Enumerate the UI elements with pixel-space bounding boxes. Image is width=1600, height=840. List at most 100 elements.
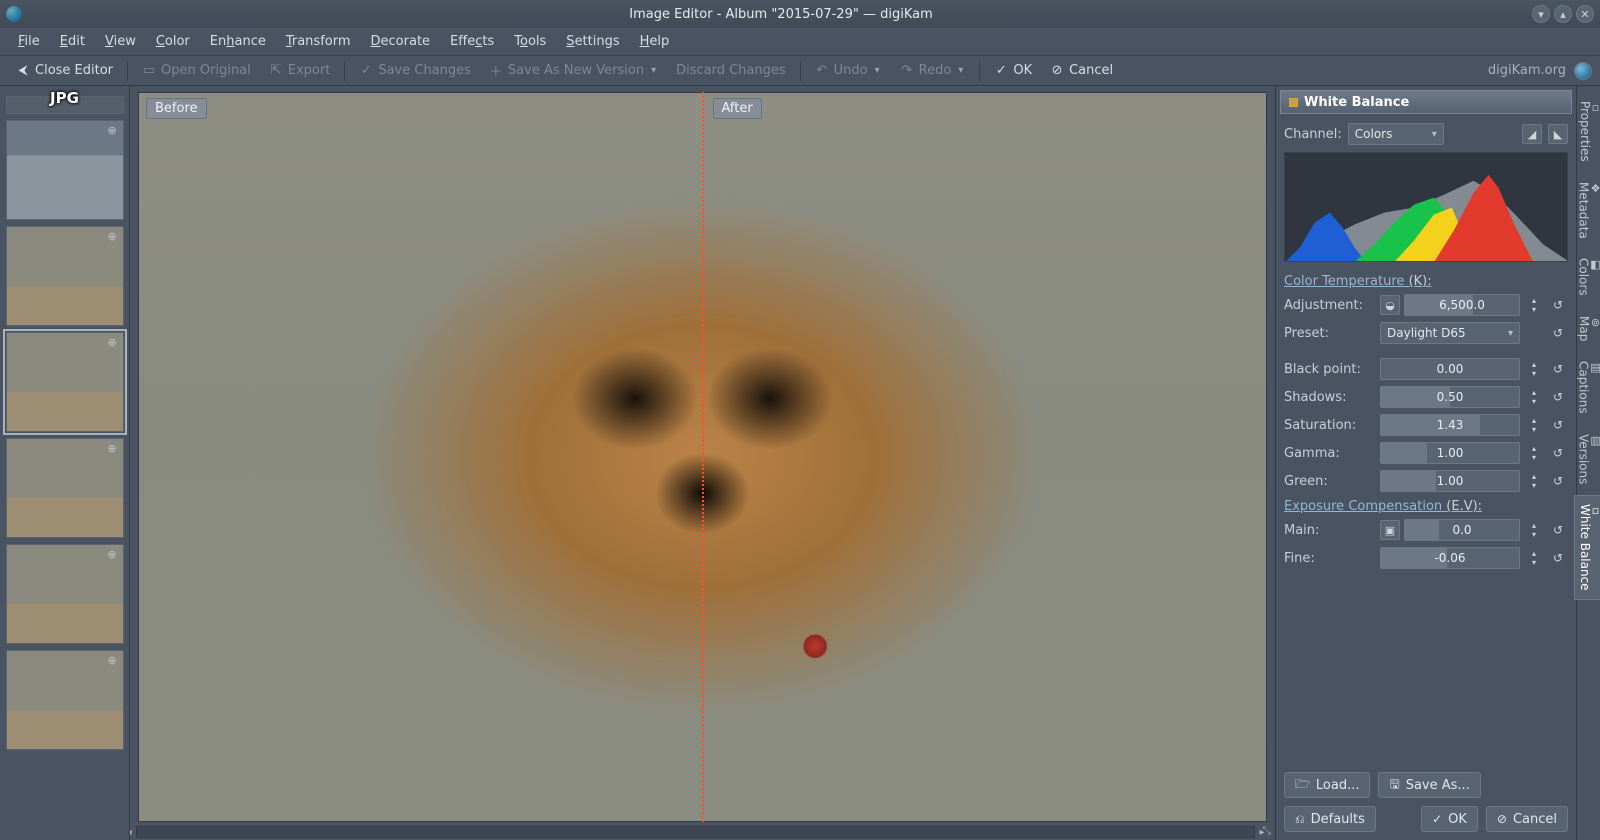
fine-stepper[interactable]: ▴▾ <box>1526 547 1542 569</box>
chevron-down-icon: ▾ <box>1432 129 1437 140</box>
thumbnail[interactable]: ⊕JPG <box>6 650 124 750</box>
gamma-label: Gamma: <box>1284 446 1374 461</box>
separator <box>979 61 980 81</box>
reset-icon[interactable]: ↺ <box>1550 417 1566 433</box>
gamma-stepper[interactable]: ▴▾ <box>1526 442 1542 464</box>
exposure-compensation-heading: Exposure Compensation (E.V): <box>1276 495 1576 516</box>
menubar: File Edit View Color Enhance Transform D… <box>0 28 1600 56</box>
globe-icon: ⊕ <box>108 230 120 242</box>
before-after-divider[interactable] <box>702 92 704 822</box>
black-point-stepper[interactable]: ▴▾ <box>1526 358 1542 380</box>
reset-icon[interactable]: ↺ <box>1550 522 1566 538</box>
shadows-input[interactable]: 0.50 <box>1380 386 1520 408</box>
black-point-input[interactable]: 0.00 <box>1380 358 1520 380</box>
green-label: Green: <box>1284 474 1374 489</box>
globe-icon: ⊕ <box>108 124 120 136</box>
scroll-left-icon[interactable]: ◂ <box>130 827 135 837</box>
menu-color[interactable]: Color <box>148 31 198 52</box>
brand-link[interactable]: digiKam.org <box>1488 63 1566 78</box>
thumbnail[interactable]: ⊕JPG <box>6 544 124 644</box>
saturation-input[interactable]: 1.43 <box>1380 414 1520 436</box>
scale-linear-button[interactable]: ◢ <box>1522 124 1542 144</box>
undo-button: ↶Undo▾ <box>807 60 890 81</box>
menu-enhance[interactable]: Enhance <box>202 31 274 52</box>
menu-view[interactable]: View <box>97 31 144 52</box>
horizontal-scrollbar[interactable]: ◂ ▸ <box>136 826 1255 838</box>
menu-file[interactable]: File <box>10 31 48 52</box>
reset-icon[interactable]: ↺ <box>1550 473 1566 489</box>
window-maximize-button[interactable]: ▴ <box>1554 5 1572 23</box>
channel-select[interactable]: Colors▾ <box>1348 123 1444 145</box>
fine-input[interactable]: -0.06 <box>1380 547 1520 569</box>
tab-captions[interactable]: ▤Captions <box>1572 352 1600 423</box>
reset-icon[interactable]: ↺ <box>1550 361 1566 377</box>
menu-edit[interactable]: Edit <box>52 31 93 52</box>
window-close-button[interactable]: ✕ <box>1576 5 1594 23</box>
adjustment-stepper[interactable]: ▴▾ <box>1526 294 1542 316</box>
save-as-button[interactable]: 🖫Save As... <box>1378 772 1480 798</box>
tab-properties[interactable]: ▫Properties <box>1574 92 1600 171</box>
green-stepper[interactable]: ▴▾ <box>1526 470 1542 492</box>
thumbnail[interactable]: ⊕JPG <box>6 438 124 538</box>
undo-icon: ↶ <box>815 64 829 78</box>
globe-icon: ⊕ <box>108 548 120 560</box>
menu-decorate[interactable]: Decorate <box>363 31 439 52</box>
ok-button[interactable]: ✓OK <box>986 60 1040 81</box>
black-point-label: Black point: <box>1284 362 1374 377</box>
check-icon: ✓ <box>994 64 1008 78</box>
after-label: After <box>713 98 762 119</box>
close-editor-button[interactable]: ⮜Close Editor <box>8 60 121 81</box>
color-picker-button[interactable]: ◒ <box>1380 295 1400 315</box>
tab-metadata[interactable]: ❖Metadata <box>1573 173 1600 248</box>
thumbnail[interactable]: ⊕JPG <box>6 120 124 220</box>
tab-colors[interactable]: ◧Colors <box>1572 249 1600 305</box>
side-tabs: ▫Properties ❖Metadata ◧Colors ⊚Map ▤Capt… <box>1576 86 1600 840</box>
revert-icon: ⎌ <box>1295 812 1305 827</box>
auto-exposure-button[interactable]: ▣ <box>1380 520 1400 540</box>
globe-icon[interactable] <box>1574 62 1592 80</box>
cancel-button[interactable]: ⊘Cancel <box>1042 60 1121 81</box>
window-minimize-button[interactable]: ▾ <box>1532 5 1550 23</box>
menu-tools[interactable]: Tools <box>506 31 554 52</box>
preset-select[interactable]: Daylight D65▾ <box>1380 322 1520 344</box>
reset-icon[interactable]: ↺ <box>1550 297 1566 313</box>
reset-icon[interactable]: ↺ <box>1550 389 1566 405</box>
menu-transform[interactable]: Transform <box>278 31 359 52</box>
tab-white-balance[interactable]: ▫White Balance <box>1574 495 1600 600</box>
shadows-stepper[interactable]: ▴▾ <box>1526 386 1542 408</box>
save-as-new-version-button: ＋Save As New Version▾ <box>481 60 666 81</box>
panel-title: White Balance <box>1280 90 1572 114</box>
panel-cancel-button[interactable]: ⊘Cancel <box>1486 806 1568 832</box>
adjustment-input[interactable]: 6,500.0 <box>1404 294 1520 316</box>
image-canvas[interactable]: Before After ◂ ▸ ⤡ <box>130 86 1276 840</box>
reset-icon[interactable]: ↺ <box>1550 445 1566 461</box>
gamma-input[interactable]: 1.00 <box>1380 442 1520 464</box>
chevron-down-icon[interactable]: ▾ <box>956 65 965 76</box>
before-label: Before <box>146 98 207 119</box>
menu-effects[interactable]: Effects <box>442 31 502 52</box>
reset-icon[interactable]: ↺ <box>1550 325 1566 341</box>
thumbnail-strip[interactable]: JPG ⊕JPG ⊕JPG ⊕JPG ⊕JPG ⊕JPG ⊕JPG <box>0 86 130 840</box>
defaults-button[interactable]: ⎌Defaults <box>1284 806 1376 832</box>
green-input[interactable]: 1.00 <box>1380 470 1520 492</box>
window-title: Image Editor - Album "2015-07-29" — digi… <box>30 7 1532 22</box>
panel-ok-button[interactable]: ✓OK <box>1421 806 1478 832</box>
resize-grip-icon[interactable]: ⤡ <box>1262 824 1271 838</box>
cancel-icon: ⊘ <box>1050 64 1064 78</box>
thumbnail[interactable]: JPG <box>6 96 124 114</box>
thumbnail[interactable]: ⊕JPG <box>6 332 124 432</box>
main-input[interactable]: 0.0 <box>1404 519 1520 541</box>
reset-icon[interactable]: ↺ <box>1550 550 1566 566</box>
main-stepper[interactable]: ▴▾ <box>1526 519 1542 541</box>
tab-map[interactable]: ⊚Map <box>1573 307 1600 350</box>
tag-icon: ❖ <box>1591 182 1600 195</box>
menu-help[interactable]: Help <box>632 31 678 52</box>
tab-versions[interactable]: ▥Versions <box>1572 425 1600 493</box>
thumbnail[interactable]: ⊕JPG <box>6 226 124 326</box>
load-button[interactable]: 🗁Load... <box>1284 772 1370 798</box>
saturation-stepper[interactable]: ▴▾ <box>1526 414 1542 436</box>
scale-log-button[interactable]: ◣ <box>1548 124 1568 144</box>
menu-settings[interactable]: Settings <box>558 31 627 52</box>
chevron-down-icon[interactable]: ▾ <box>873 65 882 76</box>
chevron-down-icon[interactable]: ▾ <box>649 65 658 76</box>
